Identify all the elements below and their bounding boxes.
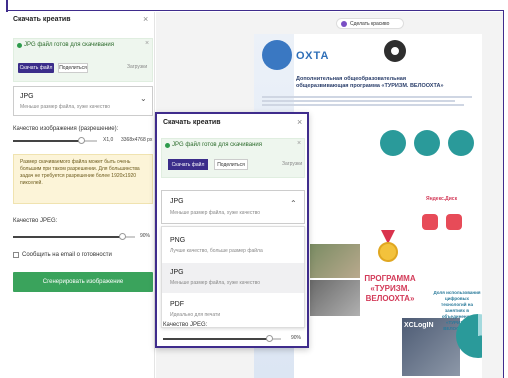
teal-icons-row xyxy=(380,130,474,156)
format-option-jpg[interactable]: JPG Меньше размер файла, хуже качество xyxy=(162,263,304,293)
beautify-button[interactable]: Сделать красиво xyxy=(336,18,404,29)
photo-thumbnail xyxy=(310,280,360,316)
option-subtitle: Меньше размер файла, хуже качество xyxy=(170,280,260,286)
frame-right-border xyxy=(503,10,504,378)
option-title: JPG xyxy=(170,269,184,276)
close-icon[interactable]: × xyxy=(297,140,301,147)
teal-circle-icon xyxy=(448,130,474,156)
jpeg-quality-slider[interactable] xyxy=(163,335,281,342)
program-title: ПРОГРАММА «ТУРИЗМ. ВЕЛООХТА» xyxy=(364,274,416,303)
downloads-link[interactable]: Загрузки xyxy=(282,161,302,167)
option-title: PDF xyxy=(170,301,184,308)
option-title: PNG xyxy=(170,237,186,244)
poster-title: Дополнительная общеобразовательная общер… xyxy=(296,76,444,89)
medal-icon xyxy=(374,230,402,266)
format-option-png[interactable]: PNG Лучше качество, больше размер файла xyxy=(162,231,304,261)
jpeg-slider-fill xyxy=(163,338,270,340)
quality-slider-handle[interactable] xyxy=(78,137,86,144)
jpeg-slider-handle[interactable] xyxy=(265,335,273,342)
generate-image-button[interactable]: Сгенерировать изображение xyxy=(13,272,153,292)
jpeg-quality-slider[interactable] xyxy=(13,233,135,240)
download-modal: Скачать креатив × JPG файл готов для ска… xyxy=(155,112,309,348)
format-select-subtitle: Меньше размер файла, хуже качество xyxy=(170,210,260,216)
resolution-value: 3368x4768 px xyxy=(121,137,153,143)
scale-value: X1,0 xyxy=(103,137,114,143)
modal-title: Скачать креатив xyxy=(163,119,221,126)
photo-caption: XCLogIN xyxy=(404,322,434,329)
download-file-button[interactable]: Скачать файл xyxy=(18,63,54,73)
red-app-icon xyxy=(422,214,438,230)
photo-thumbnail xyxy=(310,244,360,278)
chevron-down-icon: ⌄ xyxy=(140,94,147,103)
option-subtitle: Лучше качество, больше размер файла xyxy=(170,248,263,254)
downloads-link[interactable]: Загрузки xyxy=(127,64,147,70)
gear-logo-icon xyxy=(262,40,292,70)
teal-circle-icon xyxy=(380,130,406,156)
beautify-label: Сделать красиво xyxy=(350,20,390,27)
check-circle-icon xyxy=(17,43,22,48)
close-icon[interactable]: × xyxy=(145,40,149,47)
chevron-up-icon: ⌃ xyxy=(290,199,297,208)
quality-slider-fill xyxy=(13,140,82,142)
frame-top-border xyxy=(6,10,504,11)
format-select-title: JPG xyxy=(170,198,184,205)
yandex-disk-label: Яндекс.Диск xyxy=(426,196,458,202)
option-subtitle: Идеально для печати xyxy=(170,312,221,318)
notify-checkbox[interactable] xyxy=(13,252,19,258)
panel-title: Скачать креатив xyxy=(13,16,71,23)
download-panel: Скачать креатив × JPG файл готов для ска… xyxy=(9,12,155,378)
resolution-warning: Размер скачиваемого файла может быть оче… xyxy=(13,154,153,204)
check-circle-icon xyxy=(165,143,170,148)
status-text: JPG файл готов для скачивания xyxy=(24,42,114,48)
jpeg-quality-label: Качество JPEG: xyxy=(13,218,58,224)
red-icons-row xyxy=(422,214,462,230)
close-icon[interactable]: × xyxy=(297,117,302,127)
jpeg-quality-label: Качество JPEG: xyxy=(163,322,208,328)
jpeg-slider-handle[interactable] xyxy=(119,233,127,240)
magic-wand-icon xyxy=(341,20,347,27)
red-app-icon xyxy=(446,214,462,230)
quality-slider[interactable] xyxy=(13,137,97,144)
format-select-subtitle: Меньше размер файла, хуже качество xyxy=(20,104,110,110)
jpeg-quality-value: 90% xyxy=(291,335,302,341)
download-file-button[interactable]: Скачать файл xyxy=(168,159,208,170)
format-select[interactable]: JPG Меньше размер файла, хуже качество ⌃ xyxy=(161,190,305,224)
jpeg-slider-fill xyxy=(13,236,123,238)
status-banner: JPG файл готов для скачивания × Скачать … xyxy=(161,138,305,178)
format-option-pdf[interactable]: PDF Идеально для печати xyxy=(162,295,304,325)
bicycle-icon xyxy=(384,40,406,62)
share-button[interactable]: Поделиться xyxy=(58,63,88,73)
status-banner: JPG файл готов для скачивания × Скачать … xyxy=(13,38,153,82)
format-dropdown-list: PNG Лучше качество, больше размер файла … xyxy=(161,226,305,328)
share-button[interactable]: Поделиться xyxy=(214,159,248,170)
format-select-title: JPG xyxy=(20,93,34,100)
teal-circle-icon xyxy=(414,130,440,156)
notify-option[interactable]: Сообщить на email о готовности xyxy=(13,252,112,258)
status-text: JPG файл готов для скачивания xyxy=(172,142,262,148)
jpeg-quality-value: 90% xyxy=(140,233,151,239)
poster-brand: ОХТА xyxy=(296,50,330,62)
format-select[interactable]: JPG Меньше размер файла, хуже качество ⌄ xyxy=(13,86,153,116)
notify-label: Сообщить на email о готовности xyxy=(22,252,112,258)
quality-label: Качество изображения (разрешение): xyxy=(13,126,119,132)
close-icon[interactable]: × xyxy=(143,14,148,24)
